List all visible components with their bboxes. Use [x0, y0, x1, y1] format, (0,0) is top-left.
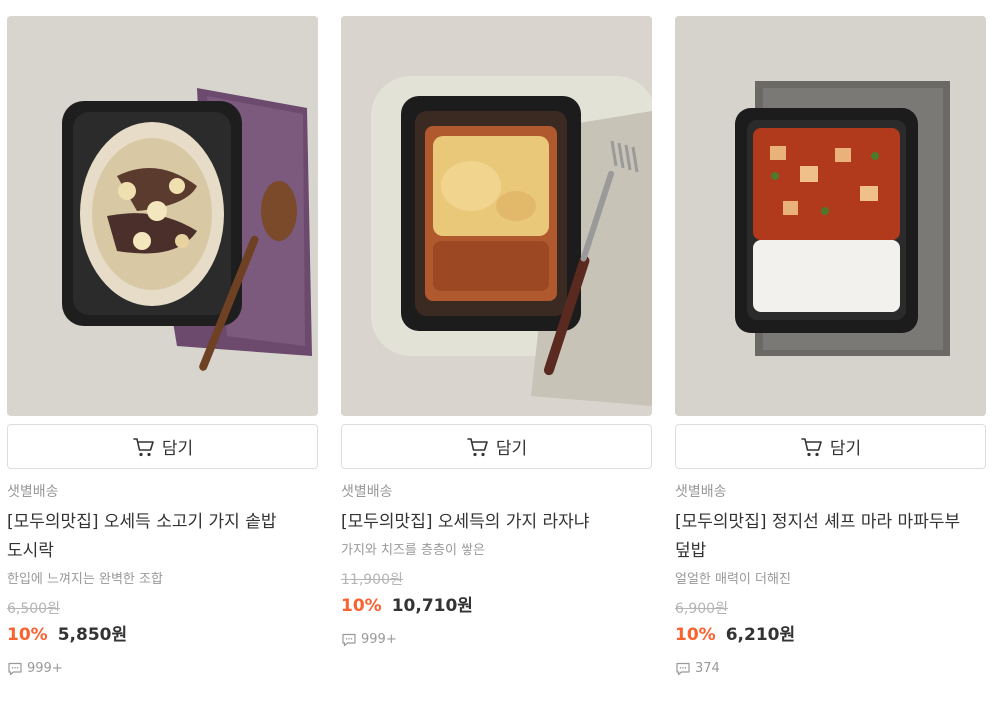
review-count: 999+: [7, 660, 318, 678]
product-description: 얼얼한 매력이 더해진: [675, 572, 791, 587]
product-name[interactable]: [모두의맛집] 오세득의 가지 라자냐: [341, 508, 652, 537]
price-row: 10% 10,710원: [341, 595, 652, 617]
product-grid: 담기 샛별배송 [모두의맛집] 오세득 소고기 가지 솥밥 도시락 한입에 느껴…: [0, 0, 999, 705]
product-image[interactable]: [7, 16, 318, 416]
cart-icon: [467, 437, 488, 456]
comment-icon: [676, 662, 690, 676]
cart-icon: [133, 437, 154, 456]
add-to-cart-button[interactable]: 담기: [7, 424, 318, 469]
eggplant-beef-rice-bowl-image: [7, 16, 318, 416]
review-count: 999+: [341, 631, 652, 649]
comment-icon: [8, 662, 22, 676]
comment-icon: [342, 633, 356, 647]
product-card[interactable]: 담기 샛별배송 [모두의맛집] 오세득의 가지 라자냐 가지와 치즈를 층층이 …: [341, 16, 652, 649]
delivery-type: 샛별배송: [7, 484, 59, 500]
original-price: 6,500원: [7, 601, 60, 617]
eggplant-lasagna-image: [341, 16, 652, 416]
review-count-value: 999+: [27, 661, 63, 676]
review-count-value: 374: [695, 661, 720, 676]
product-description: 가지와 치즈를 층층이 쌓은: [341, 543, 485, 558]
sale-price: 6,210원: [725, 625, 796, 645]
product-card[interactable]: 담기 샛별배송 [모두의맛집] 오세득 소고기 가지 솥밥 도시락 한입에 느껴…: [7, 16, 318, 678]
add-to-cart-label: 담기: [495, 439, 528, 459]
product-description: 한입에 느껴지는 완벽한 조합: [7, 572, 163, 587]
price-row: 10% 5,850원: [7, 624, 318, 646]
sale-price: 5,850원: [57, 625, 128, 645]
cart-icon: [801, 437, 822, 456]
original-price: 6,900원: [675, 601, 728, 617]
review-count: 374: [675, 660, 986, 678]
product-image[interactable]: [675, 16, 986, 416]
sale-price: 10,710원: [391, 596, 473, 616]
product-name[interactable]: [모두의맛집] 정지선 셰프 마라 마파두부 덮밥: [675, 508, 986, 566]
product-image[interactable]: [341, 16, 652, 416]
add-to-cart-button[interactable]: 담기: [675, 424, 986, 469]
delivery-type: 샛별배송: [675, 484, 727, 500]
mala-mapo-tofu-rice-image: [675, 16, 986, 416]
price-row: 10% 6,210원: [675, 624, 986, 646]
add-to-cart-label: 담기: [161, 439, 194, 459]
discount-rate: 10%: [675, 625, 716, 645]
review-count-value: 999+: [361, 632, 397, 647]
discount-rate: 10%: [341, 596, 382, 616]
original-price: 11,900원: [341, 572, 403, 588]
add-to-cart-label: 담기: [829, 439, 862, 459]
product-name[interactable]: [모두의맛집] 오세득 소고기 가지 솥밥 도시락: [7, 508, 318, 566]
product-card[interactable]: 담기 샛별배송 [모두의맛집] 정지선 셰프 마라 마파두부 덮밥 얼얼한 매력…: [675, 16, 986, 678]
discount-rate: 10%: [7, 625, 48, 645]
add-to-cart-button[interactable]: 담기: [341, 424, 652, 469]
delivery-type: 샛별배송: [341, 484, 393, 500]
